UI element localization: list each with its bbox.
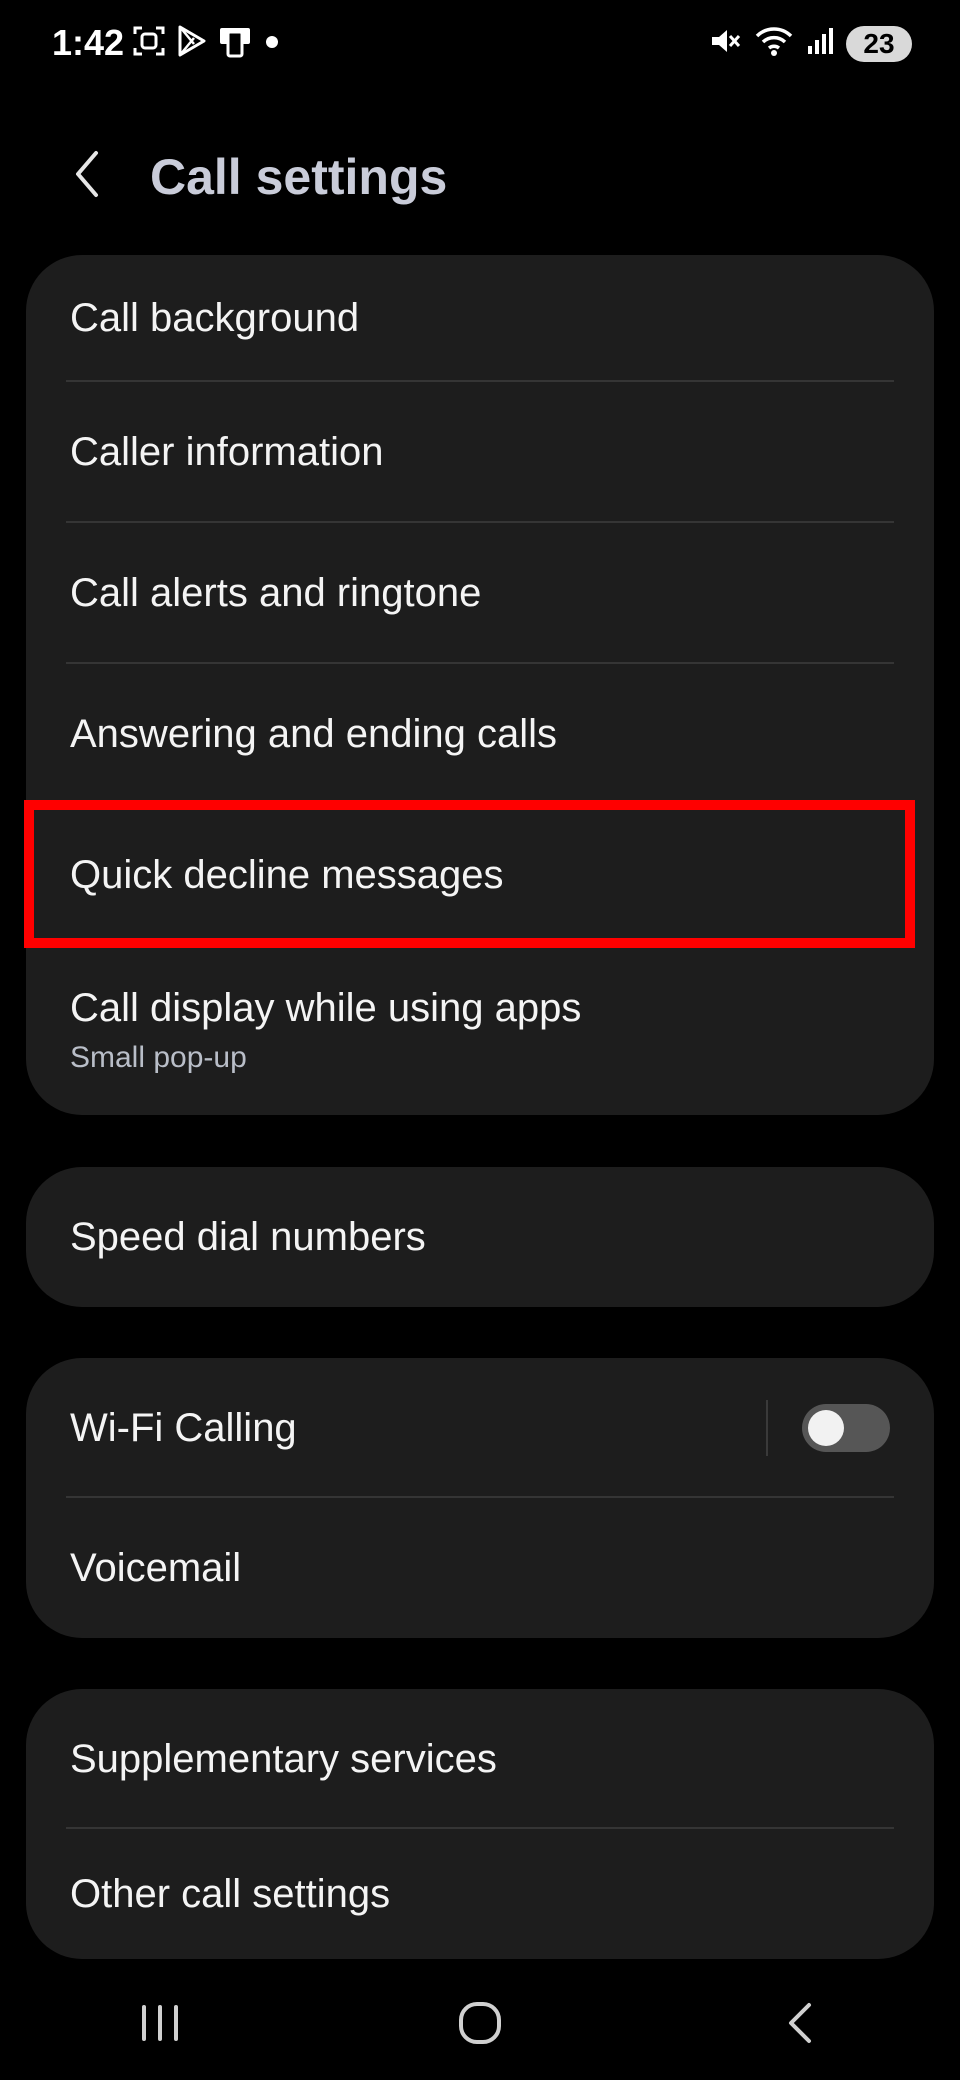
- item-label: Voicemail: [70, 1545, 242, 1590]
- settings-item-call-display-while-using-apps[interactable]: Call display while using apps Small pop-…: [26, 945, 934, 1115]
- settings-item-supplementary-services[interactable]: Supplementary services: [26, 1689, 934, 1829]
- status-time: 1:42: [52, 22, 125, 63]
- item-label: Quick decline messages: [70, 852, 504, 897]
- toggle-knob: [808, 1410, 844, 1446]
- item-label: Supplementary services: [70, 1736, 497, 1781]
- back-icon: [783, 2001, 817, 2050]
- back-arrow-icon: [72, 149, 102, 204]
- home-icon: [456, 2001, 504, 2050]
- device-icon: [218, 24, 252, 58]
- status-left-icons: [132, 24, 282, 58]
- item-label: Speed dial numbers: [70, 1214, 426, 1259]
- play-store-icon: [176, 24, 208, 58]
- settings-item-caller-information[interactable]: Caller information: [26, 382, 934, 523]
- toggle-wrap: [766, 1358, 890, 1498]
- navigation-bar: [0, 1975, 960, 2075]
- settings-item-call-alerts-ringtone[interactable]: Call alerts and ringtone: [26, 523, 934, 664]
- item-label: Caller information: [70, 430, 384, 474]
- settings-group-other: Supplementary services Other call settin…: [26, 1689, 934, 1959]
- mute-icon: [708, 24, 742, 63]
- battery-indicator: 23: [846, 25, 912, 62]
- home-button[interactable]: [430, 1985, 530, 2065]
- status-right-icons: 23: [708, 24, 912, 63]
- dot-icon: [262, 24, 282, 58]
- wifi-calling-toggle[interactable]: [802, 1404, 890, 1452]
- settings-item-quick-decline-messages[interactable]: Quick decline messages: [26, 805, 934, 945]
- item-label: Other call settings: [70, 1871, 391, 1916]
- app-header: Call settings: [0, 120, 960, 235]
- status-bar: 1:42 23: [0, 0, 960, 90]
- signal-icon: [806, 24, 834, 63]
- toggle-separator: [766, 1400, 768, 1456]
- item-label: Call background: [70, 296, 360, 340]
- item-label: Call display while using apps: [70, 985, 582, 1030]
- settings-group-main: Call background Caller information Call …: [26, 255, 934, 1115]
- page-title: Call settings: [150, 149, 448, 205]
- item-subtitle: Small pop-up: [70, 1040, 247, 1074]
- settings-group-speed-dial: Speed dial numbers: [26, 1167, 934, 1307]
- back-button[interactable]: [62, 146, 112, 206]
- settings-item-voicemail[interactable]: Voicemail: [26, 1498, 934, 1638]
- item-label: Wi-Fi Calling: [70, 1405, 297, 1450]
- wifi-icon: [754, 24, 794, 63]
- settings-item-call-background[interactable]: Call background: [26, 255, 934, 382]
- recent-apps-icon: [138, 2003, 182, 2048]
- nav-back-button[interactable]: [750, 1985, 850, 2065]
- settings-item-answering-ending-calls[interactable]: Answering and ending calls: [26, 664, 934, 805]
- settings-item-other-call-settings[interactable]: Other call settings: [26, 1829, 934, 1959]
- item-label: Call alerts and ringtone: [70, 571, 482, 615]
- settings-item-wifi-calling[interactable]: Wi-Fi Calling: [26, 1358, 934, 1498]
- settings-item-speed-dial-numbers[interactable]: Speed dial numbers: [26, 1167, 934, 1307]
- item-label: Answering and ending calls: [70, 712, 557, 756]
- screenshot-icon: [132, 24, 166, 58]
- settings-group-calling: Wi-Fi Calling Voicemail: [26, 1358, 934, 1638]
- recent-apps-button[interactable]: [110, 1985, 210, 2065]
